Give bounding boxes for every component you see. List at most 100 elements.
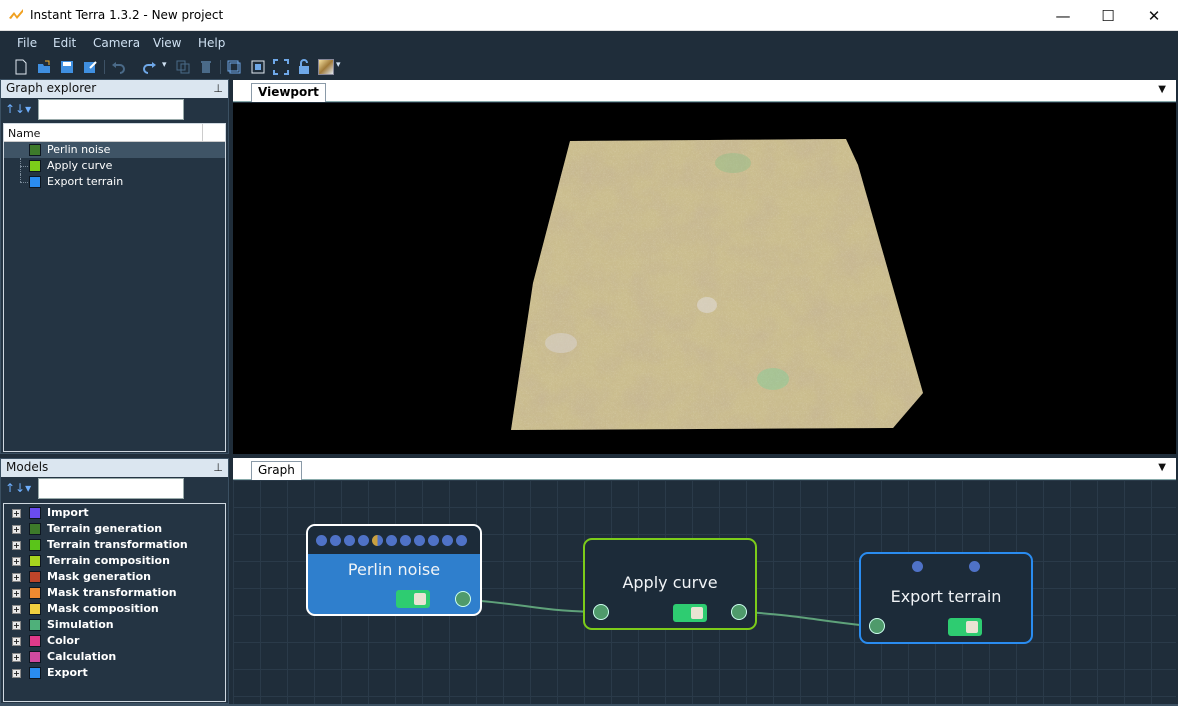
menu-camera[interactable]: Camera (93, 36, 140, 50)
search-input[interactable] (38, 99, 184, 120)
toggle-knob (414, 593, 426, 605)
expand-icon[interactable]: + (12, 653, 21, 662)
expand-icon[interactable]: + (12, 669, 21, 678)
expand-icon[interactable]: + (12, 589, 21, 598)
model-category-color[interactable]: + Color (4, 633, 225, 649)
model-category-import[interactable]: + Import (4, 505, 225, 521)
search-input[interactable] (38, 478, 184, 499)
models-header: Models ⊥ (1, 459, 228, 477)
model-category-terrain-transformation[interactable]: + Terrain transformation (4, 537, 225, 553)
pin-icon[interactable]: ⊥ (213, 461, 223, 474)
sort-button[interactable]: ↑↓▾ (5, 481, 31, 495)
menu-view[interactable]: View (153, 36, 181, 50)
minimize-button[interactable]: — (1040, 0, 1086, 31)
model-category-mask-transformation[interactable]: + Mask transformation (4, 585, 225, 601)
maximize-button[interactable]: ☐ (1085, 0, 1131, 31)
open-file-icon[interactable] (36, 59, 52, 75)
expand-icon[interactable]: + (12, 541, 21, 550)
param-port[interactable] (372, 535, 383, 546)
lock-icon[interactable] (296, 59, 312, 75)
param-port[interactable] (316, 535, 327, 546)
gradient-dropdown-icon[interactable]: ▾ (336, 60, 341, 70)
node-color-swatch (29, 144, 41, 156)
param-port[interactable] (456, 535, 467, 546)
model-category-export[interactable]: + Export (4, 665, 225, 681)
redo-dropdown-icon[interactable]: ▾ (162, 60, 167, 70)
save-as-icon[interactable] (82, 59, 98, 75)
pin-icon[interactable]: ⊥ (213, 82, 223, 95)
render-icon[interactable] (250, 59, 266, 75)
param-port[interactable] (344, 535, 355, 546)
graph-dropdown-icon[interactable]: ▼ (1158, 462, 1166, 473)
redo-icon[interactable] (142, 59, 158, 75)
frame-icon[interactable] (227, 59, 243, 75)
menu-file[interactable]: File (17, 36, 37, 50)
param-port[interactable] (969, 561, 980, 572)
node-enable-toggle[interactable] (948, 618, 982, 636)
expand-icon[interactable]: + (12, 637, 21, 646)
param-port[interactable] (358, 535, 369, 546)
fit-view-icon[interactable] (273, 59, 289, 75)
node-apply-curve[interactable]: Apply curve (583, 538, 757, 630)
node-export-terrain[interactable]: Export terrain (859, 552, 1033, 644)
save-icon[interactable] (59, 59, 75, 75)
sort-button[interactable]: ↑↓▾ (5, 102, 31, 116)
expand-icon[interactable]: + (12, 557, 21, 566)
category-label: Mask generation (47, 570, 151, 583)
category-color-swatch (29, 539, 41, 551)
connection-wire (469, 599, 594, 613)
model-category-terrain-composition[interactable]: + Terrain composition (4, 553, 225, 569)
model-category-calculation[interactable]: + Calculation (4, 649, 225, 665)
models-tree: + Import + Terrain generation + Terrain … (3, 503, 226, 702)
category-color-swatch (29, 667, 41, 679)
model-category-mask-generation[interactable]: + Mask generation (4, 569, 225, 585)
output-port[interactable] (455, 591, 471, 607)
expand-icon[interactable]: + (12, 509, 21, 518)
viewport-dropdown-icon[interactable]: ▼ (1158, 84, 1166, 95)
param-port[interactable] (442, 535, 453, 546)
copy-icon[interactable] (175, 59, 191, 75)
node-enable-toggle[interactable] (396, 590, 430, 608)
undo-icon[interactable] (110, 59, 126, 75)
category-label: Calculation (47, 650, 117, 663)
graph-canvas[interactable]: Perlin noise Apply curve Export terrain (233, 480, 1176, 704)
param-port[interactable] (386, 535, 397, 546)
param-port[interactable] (330, 535, 341, 546)
close-button[interactable]: ✕ (1131, 0, 1177, 31)
node-color-swatch (29, 160, 41, 172)
expand-icon[interactable]: + (12, 621, 21, 630)
category-label: Mask transformation (47, 586, 177, 599)
node-title: Export terrain (890, 587, 1002, 606)
node-enable-toggle[interactable] (673, 604, 707, 622)
delete-icon[interactable] (198, 59, 214, 75)
name-column-header[interactable]: Name (4, 124, 225, 142)
input-port[interactable] (593, 604, 609, 620)
tree-item-apply-curve[interactable]: Apply curve (4, 158, 225, 174)
input-port[interactable] (869, 618, 885, 634)
param-port[interactable] (428, 535, 439, 546)
node-color-swatch (29, 176, 41, 188)
param-port[interactable] (400, 535, 411, 546)
menu-help[interactable]: Help (198, 36, 225, 50)
viewport-canvas[interactable] (233, 103, 1176, 454)
tree-item-export-terrain[interactable]: Export terrain (4, 174, 225, 190)
expand-icon[interactable]: + (12, 525, 21, 534)
tab-viewport[interactable]: Viewport (251, 83, 326, 102)
toolbar-separator (104, 60, 105, 74)
gradient-icon[interactable] (318, 59, 334, 75)
param-port[interactable] (414, 535, 425, 546)
toolbar-separator (220, 60, 221, 74)
models-tools: ↑↓▾ (1, 477, 228, 501)
output-port[interactable] (731, 604, 747, 620)
new-file-icon[interactable] (13, 59, 29, 75)
node-perlin-noise[interactable]: Perlin noise (306, 524, 482, 616)
model-category-terrain-generation[interactable]: + Terrain generation (4, 521, 225, 537)
tree-item-perlin-noise[interactable]: Perlin noise (4, 142, 225, 158)
tab-graph[interactable]: Graph (251, 461, 302, 480)
expand-icon[interactable]: + (12, 605, 21, 614)
menu-edit[interactable]: Edit (53, 36, 76, 50)
expand-icon[interactable]: + (12, 573, 21, 582)
model-category-mask-composition[interactable]: + Mask composition (4, 601, 225, 617)
param-port[interactable] (912, 561, 923, 572)
model-category-simulation[interactable]: + Simulation (4, 617, 225, 633)
